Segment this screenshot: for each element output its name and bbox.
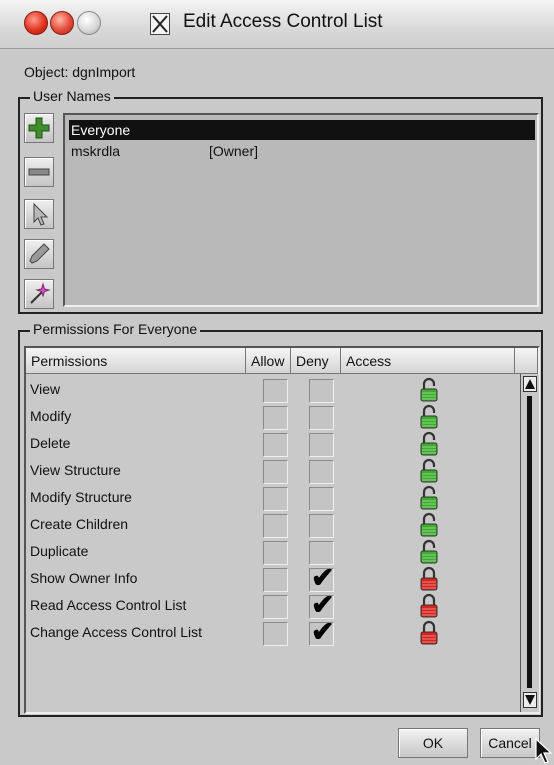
allow-checkbox[interactable] <box>263 568 288 592</box>
unlocked-icon <box>420 377 438 402</box>
x11-icon <box>150 13 170 35</box>
deny-checkbox[interactable] <box>309 406 334 430</box>
column-header-deny[interactable]: Deny <box>291 348 341 374</box>
deny-checkbox[interactable] <box>309 433 334 457</box>
permission-row[interactable]: Create Children <box>26 512 518 539</box>
permission-label: Change Access Control List <box>30 624 202 640</box>
allow-checkbox[interactable] <box>263 460 288 484</box>
permission-label: Duplicate <box>30 543 89 559</box>
user-names-legend: User Names <box>30 88 114 104</box>
permission-row[interactable]: Show Owner Info ✔ <box>26 563 518 593</box>
user-role: [Owner] <box>209 143 259 159</box>
scroll-down-arrow[interactable] <box>523 692 537 708</box>
permissions-group: Permissions For Everyone Permissions All… <box>18 321 543 717</box>
unlocked-icon <box>420 512 438 537</box>
allow-checkbox[interactable] <box>263 541 288 565</box>
object-label: Object: dgnImport <box>24 64 136 80</box>
user-row[interactable]: Everyone <box>69 120 535 140</box>
checkmark-icon: ✔ <box>311 616 335 647</box>
deny-checkbox[interactable] <box>309 514 334 538</box>
permission-row[interactable]: View <box>26 377 518 404</box>
permission-label: Delete <box>30 435 71 451</box>
permissions-scrollbar[interactable] <box>520 374 539 712</box>
permission-label: Read Access Control List <box>30 597 187 613</box>
permission-row[interactable]: Change Access Control List ✔ <box>26 617 518 647</box>
user-name: Everyone <box>71 122 131 138</box>
locked-icon <box>420 620 438 645</box>
allow-checkbox[interactable] <box>263 514 288 538</box>
column-header-allow[interactable]: Allow <box>246 348 291 374</box>
select-user-button[interactable] <box>24 199 54 229</box>
locked-icon <box>420 593 438 618</box>
minimize-window-button[interactable] <box>50 11 74 35</box>
permissions-legend: Permissions For Everyone <box>30 321 201 337</box>
select-pointer-icon <box>33 202 49 226</box>
remove-user-button[interactable] <box>24 157 54 187</box>
unlocked-icon <box>420 431 438 456</box>
permission-row[interactable]: Read Access Control List ✔ <box>26 590 518 620</box>
permission-row[interactable]: Delete <box>26 431 518 458</box>
zoom-window-button[interactable] <box>77 11 101 35</box>
permission-row[interactable]: Modify Structure <box>26 485 518 512</box>
magic-wand-button[interactable] <box>24 279 54 309</box>
allow-checkbox[interactable] <box>263 433 288 457</box>
deny-checkbox[interactable]: ✔ <box>309 617 334 647</box>
eyedropper-icon <box>29 243 50 264</box>
title-bar: Edit Access Control List <box>0 0 554 49</box>
deny-checkbox[interactable] <box>309 487 334 511</box>
permission-label: View Structure <box>30 462 121 478</box>
deny-checkbox[interactable] <box>309 379 334 403</box>
deny-checkbox[interactable] <box>309 460 334 484</box>
magic-wand-icon <box>30 282 51 304</box>
user-row[interactable]: mskrdla [Owner] <box>69 141 535 161</box>
allow-checkbox[interactable] <box>263 406 288 430</box>
allow-checkbox[interactable] <box>263 595 288 619</box>
permission-label: Modify <box>30 408 72 424</box>
window-title: Edit Access Control List <box>183 11 383 32</box>
permission-label: View <box>30 381 61 397</box>
unlocked-icon <box>420 404 438 429</box>
arrow-down-icon <box>525 695 535 705</box>
add-user-button[interactable] <box>24 113 54 143</box>
add-user-icon <box>28 117 50 139</box>
permission-label: Modify Structure <box>30 489 132 505</box>
permission-label: Show Owner Info <box>30 570 138 586</box>
mouse-cursor-icon <box>535 738 553 764</box>
scroll-track[interactable] <box>527 396 532 688</box>
unlocked-icon <box>420 539 438 564</box>
arrow-up-icon <box>525 379 535 389</box>
column-header-corner <box>515 348 538 374</box>
remove-user-icon <box>28 168 50 176</box>
permission-label: Create Children <box>30 516 129 532</box>
allow-checkbox[interactable] <box>263 487 288 511</box>
allow-checkbox[interactable] <box>263 622 288 646</box>
eyedropper-button[interactable] <box>24 239 54 269</box>
allow-checkbox[interactable] <box>263 379 288 403</box>
user-name: mskrdla <box>71 143 121 159</box>
permission-row[interactable]: View Structure <box>26 458 518 485</box>
cancel-button[interactable]: Cancel <box>480 728 540 758</box>
close-window-button[interactable] <box>24 11 48 35</box>
scroll-up-arrow[interactable] <box>523 376 537 392</box>
permission-row[interactable]: Duplicate <box>26 539 518 566</box>
locked-icon <box>420 566 438 591</box>
user-names-group: User Names Everyone mskrdla [Owner] <box>18 88 543 314</box>
column-header-access[interactable]: Access <box>341 348 515 374</box>
permission-row[interactable]: Modify <box>26 404 518 431</box>
user-names-list[interactable]: Everyone mskrdla [Owner] <box>63 113 539 307</box>
permissions-table: Permissions Allow Deny Access View Modify… <box>24 346 540 714</box>
unlocked-icon <box>420 485 438 510</box>
ok-button[interactable]: OK <box>398 728 468 758</box>
unlocked-icon <box>420 458 438 483</box>
column-header-permissions[interactable]: Permissions <box>26 348 246 374</box>
